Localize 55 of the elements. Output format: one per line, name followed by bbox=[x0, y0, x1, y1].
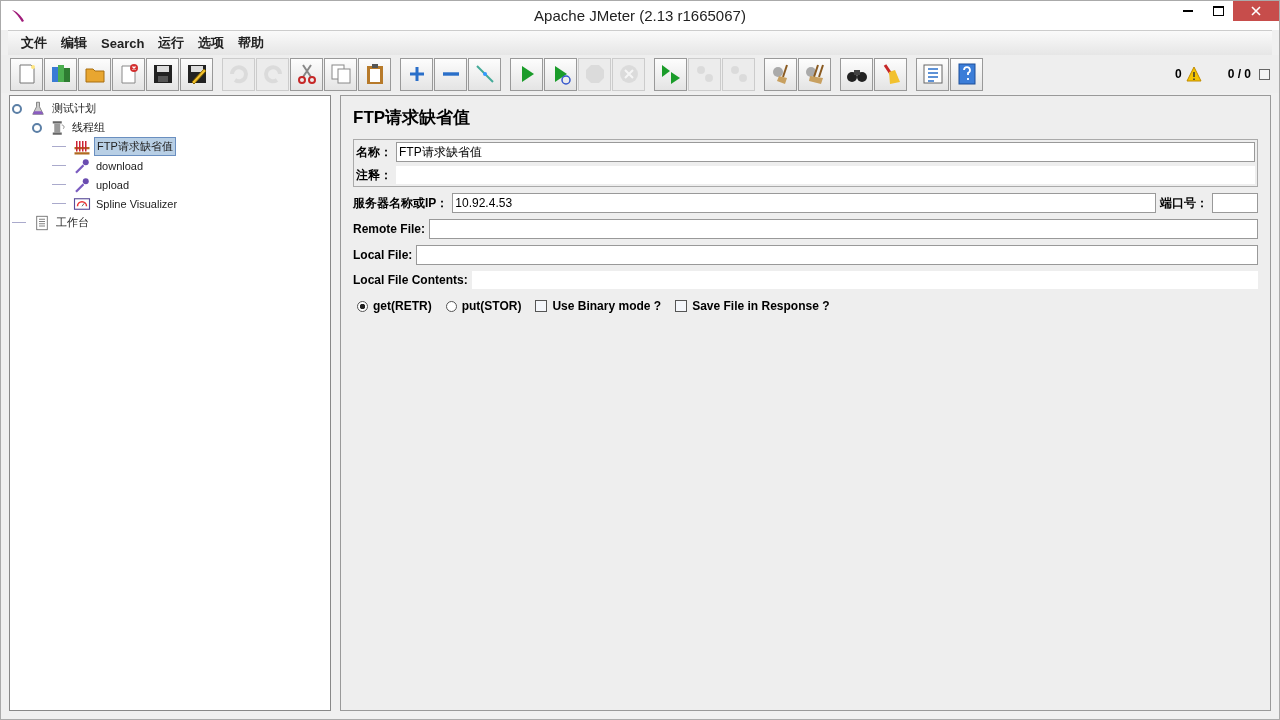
minimize-icon bbox=[1183, 10, 1193, 12]
menu-item[interactable]: 选项 bbox=[191, 32, 232, 54]
minus-icon bbox=[442, 72, 459, 76]
toolbar-button[interactable] bbox=[146, 57, 179, 91]
radio-button[interactable] bbox=[357, 300, 368, 312]
option-label: get(RETR) bbox=[373, 299, 432, 313]
server-field[interactable]: 10.92.4.53 bbox=[452, 193, 1156, 213]
toolbar-button[interactable] bbox=[840, 57, 873, 91]
field-label: 服务器名称或IP： bbox=[353, 194, 449, 212]
checkbox[interactable] bbox=[535, 300, 548, 312]
menu-item[interactable]: 编辑 bbox=[54, 32, 94, 54]
radio-button[interactable] bbox=[445, 300, 457, 312]
close-icon bbox=[1251, 6, 1261, 16]
option-label: Save File in Response ? bbox=[692, 299, 830, 313]
window-title: Apache JMeter (2.13 r1665067) bbox=[534, 7, 746, 24]
toolbar-button[interactable] bbox=[358, 57, 391, 91]
toolbar-button[interactable] bbox=[180, 57, 213, 91]
tree-item[interactable]: upload bbox=[94, 177, 132, 192]
tree-item[interactable]: download bbox=[94, 158, 146, 173]
menu-item[interactable]: 文件 bbox=[14, 32, 54, 54]
tree-item[interactable]: 测试计划 bbox=[50, 100, 98, 117]
flask-icon bbox=[29, 99, 47, 118]
maximize-icon bbox=[1212, 6, 1224, 16]
error-count: 0 bbox=[1174, 67, 1182, 81]
field-label: 名称： bbox=[356, 143, 392, 161]
name-field[interactable]: FTP请求缺省值 bbox=[396, 142, 1255, 162]
remote-file-field[interactable] bbox=[429, 219, 1258, 239]
copy-icon bbox=[328, 62, 353, 86]
dropper-icon bbox=[73, 156, 91, 175]
menu-item[interactable]: 帮助 bbox=[231, 32, 272, 54]
notepad-icon bbox=[33, 213, 51, 232]
tree-item[interactable]: FTP请求缺省值 bbox=[94, 137, 176, 156]
tree-item[interactable]: Spline Visualizer bbox=[94, 196, 180, 211]
dropper-icon bbox=[73, 175, 91, 194]
log-toggle[interactable] bbox=[1259, 68, 1270, 80]
tree-item[interactable]: 工作台 bbox=[54, 214, 91, 231]
warning-icon bbox=[1185, 66, 1202, 82]
menu-item[interactable]: 运行 bbox=[151, 32, 192, 54]
field-label: Local File: bbox=[353, 248, 413, 262]
field-label: 端口号： bbox=[1160, 194, 1208, 212]
option-label: put(STOR) bbox=[461, 299, 522, 313]
port-field[interactable] bbox=[1212, 193, 1258, 213]
field-label: 注释： bbox=[356, 166, 392, 184]
tree-item[interactable]: 线程组 bbox=[70, 119, 107, 136]
field-label: Local File Contents: bbox=[353, 273, 468, 287]
panel-title: FTP请求缺省值 bbox=[353, 107, 472, 129]
expand-handle[interactable] bbox=[12, 103, 22, 114]
thread-count: 0 / 0 bbox=[1227, 67, 1251, 81]
list-icon bbox=[920, 62, 945, 86]
checkbox[interactable] bbox=[675, 300, 688, 312]
expand-handle[interactable] bbox=[32, 122, 42, 133]
local-file-field[interactable] bbox=[416, 245, 1258, 265]
menu-item[interactable]: Search bbox=[94, 33, 152, 53]
field-label: Remote File: bbox=[353, 222, 425, 236]
option-label: Use Binary mode ? bbox=[552, 299, 662, 313]
